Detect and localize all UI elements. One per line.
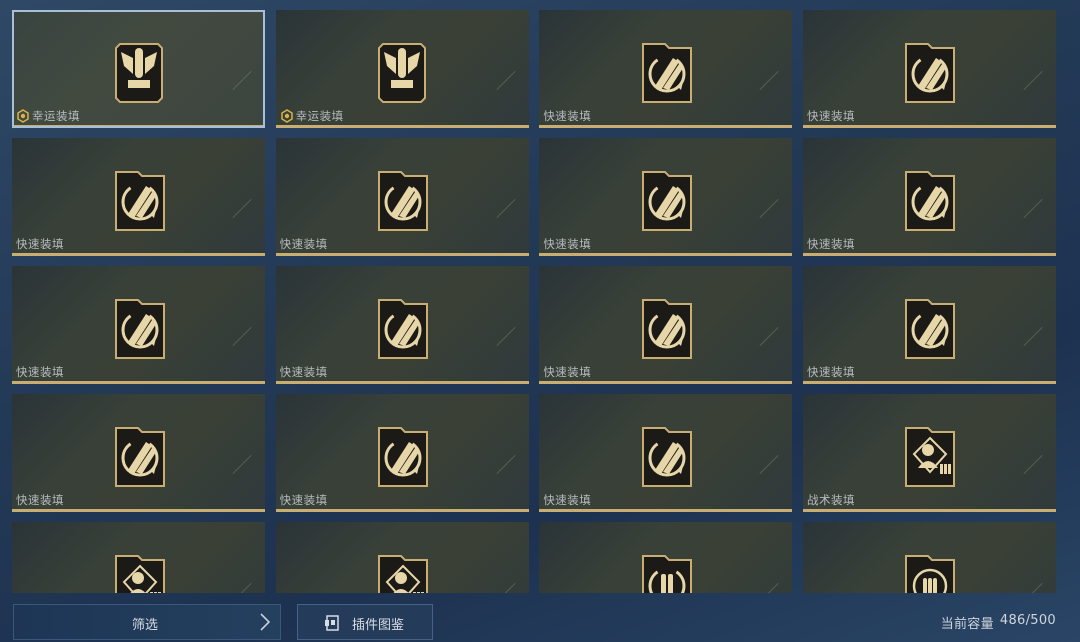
plugin-name: 快速装填	[16, 365, 64, 379]
plugin-card[interactable]: 快速装填	[275, 266, 529, 384]
plugin-card[interactable]: 快速装填	[275, 138, 529, 256]
lucky-badge-icon	[17, 109, 29, 123]
plugin-name: 幸运装填	[295, 109, 344, 123]
plugin-name: 快速装填	[279, 237, 328, 251]
plugin-card[interactable]: 快速装填	[12, 266, 265, 384]
rapid-reload-icon	[369, 288, 435, 362]
tactical-reload-icon	[896, 416, 962, 490]
rapid-reload-icon	[106, 160, 172, 234]
plugin-card[interactable]: 快速装填	[802, 10, 1056, 128]
plugin-card-label: 快速装填	[280, 364, 328, 380]
plugin-card-label: 快速装填	[543, 492, 591, 508]
rapid-reload-icon	[369, 416, 435, 490]
plugin-card-label: 幸运装填	[280, 108, 344, 124]
plugin-card-label: 战术装填	[807, 492, 855, 508]
rapid-reload-icon	[896, 32, 962, 106]
ammo-cycle-icon	[633, 544, 699, 593]
rapid-reload-icon	[896, 160, 962, 234]
plugin-card[interactable]: 快速装填	[275, 394, 529, 512]
rapid-reload-icon	[633, 160, 699, 234]
plugin-card[interactable]	[539, 522, 793, 593]
tactical-reload-icon	[106, 544, 172, 593]
rapid-reload-icon	[369, 160, 435, 234]
plugin-name: 快速装填	[806, 365, 855, 379]
plugin-card-label: 快速装填	[807, 364, 855, 380]
plugin-card[interactable]	[12, 522, 265, 593]
plugin-card-label: 快速装填	[280, 492, 328, 508]
plugin-card[interactable]: 快速装填	[12, 394, 265, 512]
plugin-card-label: 快速装填	[16, 492, 64, 508]
rapid-reload-icon	[633, 416, 699, 490]
plugin-card-label: 幸运装填	[16, 108, 80, 124]
chevron-right-icon	[260, 613, 271, 631]
plugin-card[interactable]: 快速装填	[12, 138, 265, 256]
plugin-name: 快速装填	[16, 493, 64, 507]
filter-label: 筛选	[132, 618, 159, 633]
rapid-reload-icon	[633, 288, 699, 362]
catalog-label: 插件图鉴	[352, 618, 405, 633]
plugin-grid: 幸运装填 幸运装填 快速装填 快速装填 快速装填 快速装填 快速装填 快速装填 …	[12, 10, 1056, 593]
plugin-card-label: 快速装填	[543, 364, 591, 380]
plugin-name: 快速装填	[543, 109, 592, 123]
plugin-name: 快速装填	[806, 109, 855, 123]
plugin-card[interactable]: 快速装填	[539, 138, 793, 256]
plugin-card[interactable]: 战术装填	[802, 394, 1056, 512]
rapid-reload-icon	[106, 288, 172, 362]
plugin-card-label: 快速装填	[16, 236, 64, 252]
catalog-icon	[325, 615, 339, 631]
rapid-reload-icon	[896, 288, 962, 362]
plugin-name: 幸运装填	[32, 109, 80, 123]
plugin-name: 快速装填	[543, 237, 592, 251]
plugin-name: 快速装填	[279, 493, 328, 507]
plugin-card[interactable]: 快速装填	[539, 10, 793, 128]
plugin-name: 快速装填	[543, 365, 592, 379]
wings-bullet-icon	[369, 32, 435, 106]
capacity-value: 486/500	[999, 613, 1056, 628]
plugin-name: 快速装填	[806, 237, 855, 251]
ammo-target-icon	[896, 544, 962, 593]
rapid-reload-icon	[633, 32, 699, 106]
lucky-badge-icon	[280, 109, 293, 123]
filter-button[interactable]: 筛选	[13, 604, 281, 640]
plugin-card-label: 快速装填	[807, 236, 855, 252]
plugin-catalog-button[interactable]: 插件图鉴	[297, 604, 433, 640]
plugin-card[interactable]: 快速装填	[539, 394, 793, 512]
tactical-reload-icon	[369, 544, 435, 593]
plugin-card[interactable]: 幸运装填	[275, 10, 529, 128]
plugin-card[interactable]: 快速装填	[802, 138, 1056, 256]
capacity-label: 当前容量	[940, 617, 994, 632]
plugin-card[interactable]: 快速装填	[539, 266, 793, 384]
plugin-card-label: 快速装填	[16, 364, 64, 380]
plugin-name: 快速装填	[16, 237, 64, 251]
plugin-card[interactable]	[802, 522, 1056, 593]
plugin-card-label: 快速装填	[807, 108, 855, 124]
plugin-card-label: 快速装填	[543, 236, 591, 252]
plugin-name: 快速装填	[543, 493, 592, 507]
plugin-name: 快速装填	[279, 365, 328, 379]
capacity-display: 当前容量 486/500	[941, 613, 1056, 632]
plugin-card[interactable]: 幸运装填	[12, 10, 265, 128]
plugin-card[interactable]	[275, 522, 529, 593]
plugin-card-label: 快速装填	[280, 236, 328, 252]
plugin-card-label: 快速装填	[543, 108, 591, 124]
wings-bullet-icon	[106, 32, 172, 106]
rapid-reload-icon	[106, 416, 172, 490]
plugin-name: 战术装填	[806, 493, 855, 507]
plugin-card[interactable]: 快速装填	[802, 266, 1056, 384]
